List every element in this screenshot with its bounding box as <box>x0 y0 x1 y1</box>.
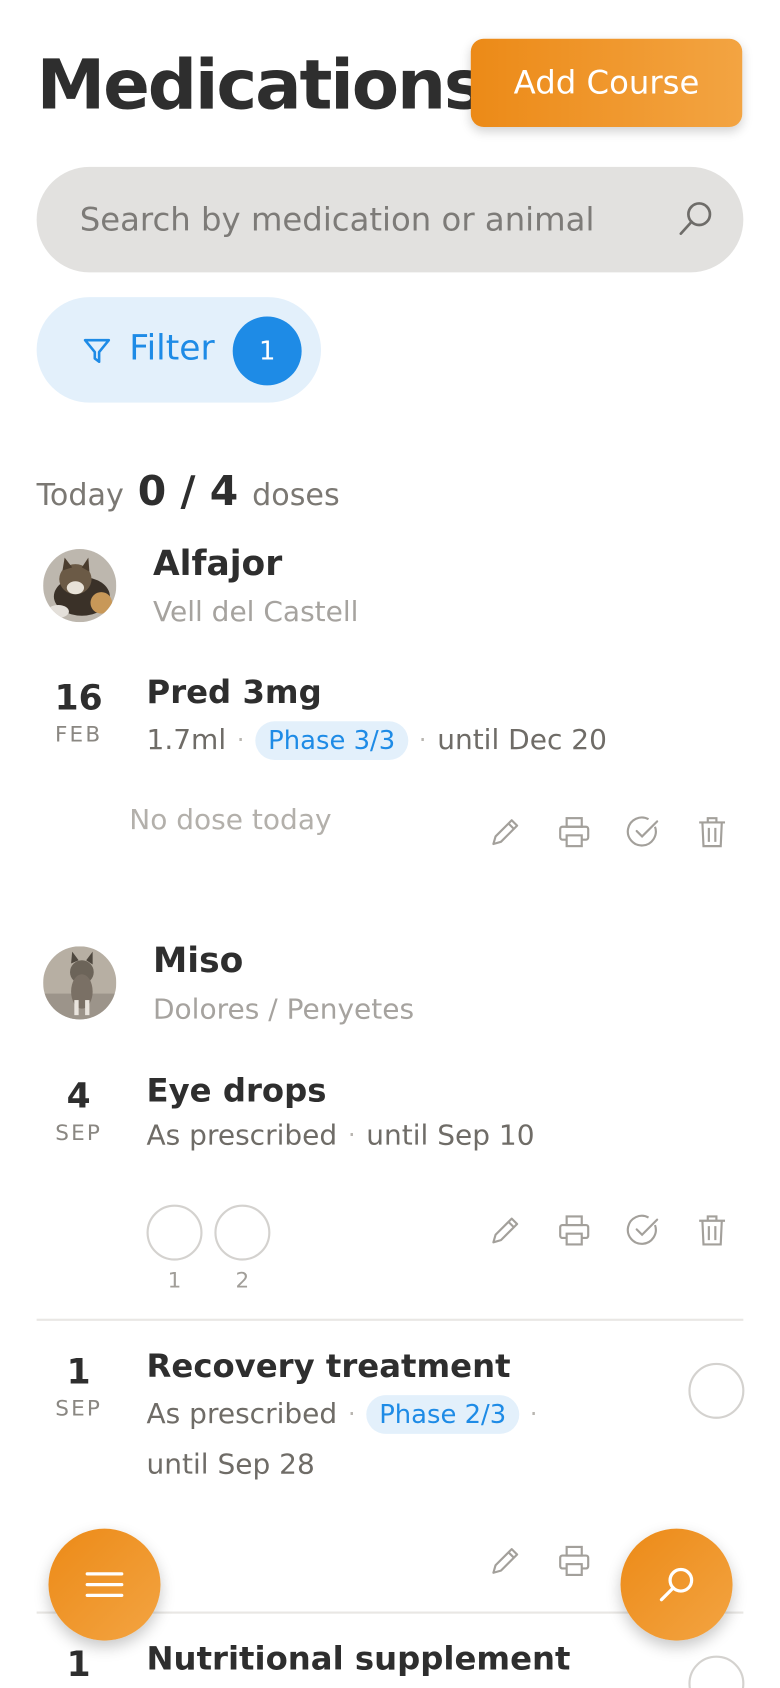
filter-icon <box>83 338 111 363</box>
filter-button[interactable]: Filter 1 <box>36 297 322 403</box>
add-course-button[interactable]: Add Course <box>470 38 743 128</box>
course-details: As prescribed · until Sep 10 <box>146 1119 535 1152</box>
edit-icon[interactable] <box>487 814 524 851</box>
course-dose: 1.7ml <box>146 724 227 757</box>
course-actions <box>487 1212 767 1255</box>
dose-checkbox[interactable] <box>688 1655 745 1688</box>
filter-label: Filter <box>129 327 215 369</box>
divider <box>36 1318 744 1321</box>
course-actions <box>487 814 767 857</box>
phase-badge: Phase 2/3 <box>366 1395 520 1434</box>
check-circle-icon[interactable] <box>625 814 662 851</box>
page-title: Medications <box>36 46 485 126</box>
menu-icon <box>85 1572 124 1597</box>
dose-checkbox[interactable] <box>214 1204 271 1261</box>
course-start-date: 4 SEP <box>37 1077 121 1146</box>
animal-name: Alfajor <box>152 542 283 584</box>
course-dose: As prescribed <box>146 1398 338 1431</box>
dose-checkbox[interactable] <box>146 1204 203 1261</box>
course-until: until Dec 20 <box>437 724 607 757</box>
dose-summary: Today 0 / 4 doses <box>37 467 340 514</box>
search-icon <box>659 1567 694 1602</box>
course-start-date: 16 FEB <box>37 678 121 747</box>
date-day: 16 <box>54 677 103 719</box>
edit-icon[interactable] <box>487 1543 524 1580</box>
dose-number: 2 <box>235 1267 250 1293</box>
course-dose: As prescribed <box>146 1119 338 1152</box>
course-name: Pred 3mg <box>146 673 322 712</box>
course-start-date: 1 SEP <box>37 1352 121 1421</box>
phase-badge: Phase 3/3 <box>255 721 409 761</box>
menu-button[interactable] <box>48 1528 161 1641</box>
course-details: As prescribed · Phase 2/3 · <box>147 1395 549 1434</box>
animal-header[interactable]: Alfajor Vell del Castell <box>43 543 582 635</box>
print-icon[interactable] <box>556 1543 593 1580</box>
edit-icon[interactable] <box>487 1212 524 1249</box>
summary-suffix: doses <box>252 476 340 513</box>
search-icon[interactable] <box>677 199 716 238</box>
date-month: FEB <box>55 721 103 748</box>
search-fab-button[interactable] <box>620 1528 733 1641</box>
dose-status: No dose today <box>129 804 332 837</box>
date-month: SEP <box>55 1119 103 1146</box>
course-until: until Sep 28 <box>146 1448 315 1482</box>
animal-location: Dolores / Penyetes <box>152 993 415 1026</box>
course-until: until Sep 10 <box>366 1119 535 1152</box>
search-bar <box>36 166 744 273</box>
date-month: SEP <box>55 1395 103 1421</box>
trash-icon[interactable] <box>694 814 731 851</box>
print-icon[interactable] <box>556 814 593 851</box>
date-day: 1 <box>66 1351 91 1392</box>
animal-location: Vell del Castell <box>152 596 359 629</box>
course-details: 1.7ml · Phase 3/3 · until Dec 20 <box>146 721 607 761</box>
print-icon[interactable] <box>556 1212 593 1249</box>
filter-count-badge: 1 <box>232 316 302 386</box>
summary-count: 0 / 4 <box>137 467 239 515</box>
avatar <box>43 946 117 1020</box>
course-name: Nutritional supplement <box>146 1640 571 1679</box>
date-day: 1 <box>66 1643 91 1685</box>
animal-name: Miso <box>152 939 244 981</box>
summary-prefix: Today <box>36 476 124 513</box>
course-name: Eye drops <box>146 1072 327 1110</box>
animal-header[interactable]: Miso Dolores / Penyetes <box>43 940 582 1032</box>
course-name: Recovery treatment <box>146 1347 511 1386</box>
check-circle-icon[interactable] <box>625 1212 662 1249</box>
date-day: 4 <box>66 1075 91 1117</box>
course-start-date: 1 <box>37 1645 121 1684</box>
dose-checkbox[interactable] <box>688 1362 745 1419</box>
dose-number: 1 <box>167 1267 182 1293</box>
search-input[interactable] <box>79 166 662 273</box>
trash-icon[interactable] <box>694 1212 731 1249</box>
avatar <box>43 549 117 623</box>
